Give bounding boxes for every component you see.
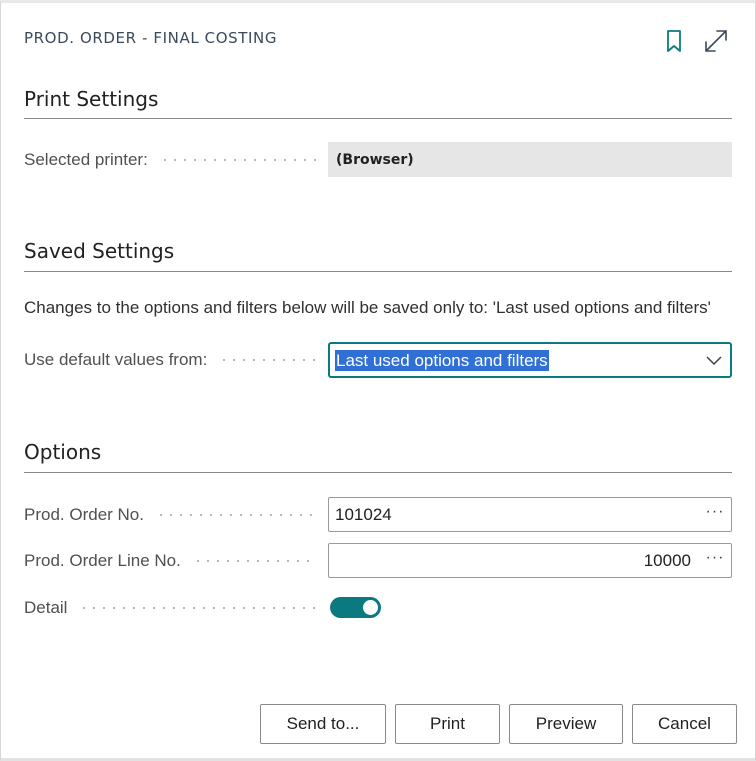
print-settings-heading: Print Settings (24, 87, 159, 111)
detail-label: Detail (24, 597, 324, 619)
print-button[interactable]: Print (395, 704, 500, 744)
saved-settings-info: Changes to the options and filters below… (24, 298, 711, 317)
lookup-ellipsis-button[interactable]: ··· (699, 503, 731, 521)
lookup-ellipsis-button[interactable]: ··· (699, 549, 731, 567)
selected-printer-value: (Browser) (328, 142, 732, 177)
section-divider (24, 118, 732, 119)
prod-order-no-value: 101024 (335, 504, 392, 524)
default-values-select[interactable]: Last used options and filters (328, 342, 732, 378)
default-values-selected: Last used options and filters (335, 349, 549, 371)
toggle-knob (363, 600, 378, 615)
preview-button[interactable]: Preview (509, 704, 623, 744)
prod-order-no-field[interactable]: 101024 ··· (328, 497, 732, 532)
dialog-title: PROD. ORDER - FINAL COSTING (24, 29, 278, 47)
send-to-button[interactable]: Send to... (260, 704, 386, 744)
expand-icon[interactable] (702, 27, 730, 55)
selected-printer-label: Selected printer: (24, 149, 324, 171)
default-values-label: Use default values from: (24, 349, 324, 371)
options-heading: Options (24, 440, 102, 464)
saved-settings-heading: Saved Settings (24, 239, 175, 263)
prod-order-line-no-value: 10000 (643, 550, 691, 570)
section-divider (24, 271, 732, 272)
section-divider (24, 472, 732, 473)
prod-order-no-label: Prod. Order No. (24, 504, 324, 526)
prod-order-line-no-field[interactable]: 10000 ··· (328, 543, 732, 578)
detail-toggle[interactable] (330, 597, 381, 618)
cancel-button[interactable]: Cancel (632, 704, 737, 744)
chevron-down-icon (706, 356, 722, 366)
bookmark-icon[interactable] (660, 27, 688, 55)
report-request-dialog: PROD. ORDER - FINAL COSTING Print Settin… (0, 0, 756, 761)
prod-order-line-no-label: Prod. Order Line No. (24, 550, 324, 572)
